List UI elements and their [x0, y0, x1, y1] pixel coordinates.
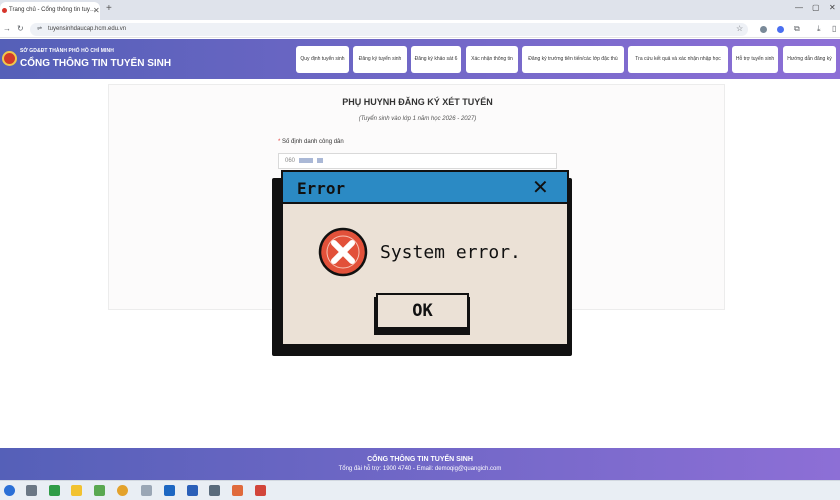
browser-tab[interactable]: Trang chủ - Cổng thông tin tuy… ✕: [0, 2, 100, 20]
close-icon[interactable]: ✕: [532, 175, 549, 199]
app-icon[interactable]: [232, 485, 243, 496]
redacted-block: [299, 158, 314, 163]
error-dialog: Error ✕ System error. OK: [281, 170, 569, 346]
minimize-icon[interactable]: —: [795, 3, 803, 12]
start-icon[interactable]: [4, 485, 15, 496]
portal-title[interactable]: CỔNG THÔNG TIN TUYỂN SINH: [20, 58, 171, 69]
app-icon[interactable]: [141, 485, 152, 496]
menu-item-ho-tro[interactable]: Hỗ trợ tuyển sinh: [732, 46, 778, 73]
os-taskbar: [0, 480, 840, 500]
menu-item-quy-dinh[interactable]: Quy định tuyển sinh: [296, 46, 349, 73]
extension-icon-2[interactable]: [777, 26, 784, 33]
outlook-icon[interactable]: [164, 485, 175, 496]
citizen-id-label-text: Số định danh công dân: [282, 139, 344, 145]
menu-item-dang-ky[interactable]: Đăng ký tuyển sinh: [353, 46, 407, 73]
address-bar-row: → ↻ ⇌ tuyensinhdaucap.hcm.edu.vn ☆ ⧉ ⤓ ▯: [0, 20, 840, 38]
url-field[interactable]: ⇌ tuyensinhdaucap.hcm.edu.vn: [30, 23, 748, 36]
chrome-icon[interactable]: [117, 485, 128, 496]
menu-item-huong-dan[interactable]: Hướng dẫn đăng ký: [783, 46, 836, 73]
citizen-id-label: * Số định danh công dân: [278, 139, 344, 145]
task-view-icon[interactable]: [26, 485, 37, 496]
back-icon[interactable]: →: [3, 24, 11, 33]
reload-icon[interactable]: ↻: [17, 24, 24, 33]
app-icon[interactable]: [94, 485, 105, 496]
department-name: SỞ GD&ĐT THÀNH PHỐ HỒ CHÍ MINH: [20, 48, 114, 54]
required-mark: *: [278, 139, 281, 145]
star-icon[interactable]: ☆: [736, 24, 743, 33]
menu-item-tra-cuu[interactable]: Tra cứu kết quả và xác nhận nhập học: [628, 46, 728, 73]
error-x-icon: [318, 227, 368, 277]
close-window-icon[interactable]: ✕: [829, 3, 836, 12]
error-message: System error.: [380, 242, 521, 263]
site-info-icon[interactable]: ⇌: [37, 25, 42, 32]
app-icon[interactable]: [255, 485, 266, 496]
citizen-id-input[interactable]: 060: [278, 153, 557, 169]
dialog-title: Error: [297, 179, 346, 198]
site-header: SỞ GD&ĐT THÀNH PHỐ HỒ CHÍ MINH CỔNG THÔN…: [0, 39, 840, 79]
footer-title: CỔNG THÔNG TIN TUYỂN SINH: [367, 456, 473, 463]
menu-item-khao-sat[interactable]: Đăng ký khảo sát 6: [411, 46, 461, 73]
dialog-titlebar[interactable]: Error ✕: [283, 172, 567, 204]
site-footer: CỔNG THÔNG TIN TUYỂN SINH Tổng đài hỗ tr…: [0, 448, 840, 480]
extension-icon[interactable]: [760, 26, 767, 33]
app-icon[interactable]: [209, 485, 220, 496]
ok-button[interactable]: OK: [376, 293, 469, 329]
citizen-id-value: 060: [285, 158, 296, 165]
redacted-block: [317, 158, 324, 163]
close-tab-icon[interactable]: ✕: [93, 6, 100, 15]
download-icon[interactable]: ⤓: [817, 24, 821, 34]
tab-title: Trang chủ - Cổng thông tin tuy…: [9, 7, 96, 13]
word-icon[interactable]: [187, 485, 198, 496]
menu-item-xac-nhan[interactable]: Xác nhận thông tin: [466, 46, 518, 73]
menu-item-truong-tien-tien[interactable]: Đăng ký trường tiên tiến/các lớp đặc thù: [522, 46, 624, 73]
form-title: PHỤ HUYNH ĐĂNG KÝ XÉT TUYỂN: [342, 97, 493, 107]
url-text: tuyensinhdaucap.hcm.edu.vn: [48, 26, 127, 32]
puzzle-icon[interactable]: ⧉: [794, 24, 800, 34]
maximize-icon[interactable]: ▢: [812, 3, 820, 12]
app-icon[interactable]: [49, 485, 60, 496]
browser-tab-bar: Trang chủ - Cổng thông tin tuy… ✕ + — ▢ …: [0, 0, 840, 20]
site-favicon-icon: [2, 8, 7, 13]
sidebar-icon[interactable]: ▯: [832, 24, 836, 33]
file-explorer-icon[interactable]: [71, 485, 82, 496]
footer-contact: Tổng đài hỗ trợ: 1900 4740 - Email: demo…: [338, 466, 502, 472]
department-logo: [2, 51, 17, 66]
form-subtitle: (Tuyển sinh vào lớp 1 năm học 2026 - 202…: [358, 116, 477, 122]
new-tab-icon[interactable]: +: [106, 3, 112, 14]
